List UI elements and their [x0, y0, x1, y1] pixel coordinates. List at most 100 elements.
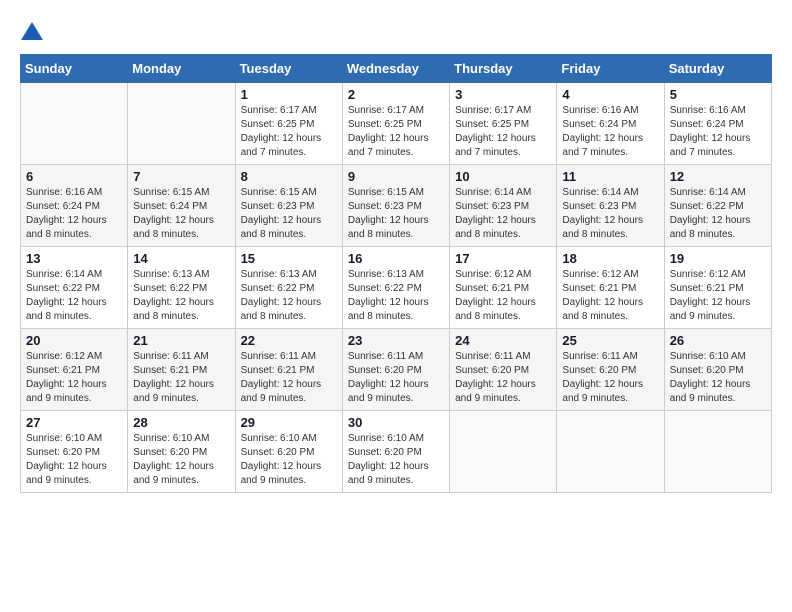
calendar-cell: 29 Sunrise: 6:10 AM Sunset: 6:20 PM Dayli… — [235, 411, 342, 493]
day-number: 19 — [670, 251, 766, 266]
cell-info: Sunrise: 6:13 AM Sunset: 6:22 PM Dayligh… — [241, 268, 337, 324]
cell-info: Sunrise: 6:12 AM Sunset: 6:21 PM Dayligh… — [455, 268, 551, 324]
day-number: 27 — [26, 415, 122, 430]
weekday-header: Thursday — [450, 55, 557, 83]
calendar-cell: 16 Sunrise: 6:13 AM Sunset: 6:22 PM Dayli… — [342, 247, 449, 329]
day-number: 14 — [133, 251, 229, 266]
calendar-cell: 3 Sunrise: 6:17 AM Sunset: 6:25 PM Daylig… — [450, 83, 557, 165]
calendar-week-row: 27 Sunrise: 6:10 AM Sunset: 6:20 PM Dayli… — [21, 411, 772, 493]
day-number: 29 — [241, 415, 337, 430]
weekday-header: Tuesday — [235, 55, 342, 83]
calendar-cell: 26 Sunrise: 6:10 AM Sunset: 6:20 PM Dayli… — [664, 329, 771, 411]
calendar-cell — [557, 411, 664, 493]
day-number: 3 — [455, 87, 551, 102]
cell-info: Sunrise: 6:16 AM Sunset: 6:24 PM Dayligh… — [26, 186, 122, 242]
weekday-header: Sunday — [21, 55, 128, 83]
cell-info: Sunrise: 6:17 AM Sunset: 6:25 PM Dayligh… — [455, 104, 551, 160]
cell-info: Sunrise: 6:11 AM Sunset: 6:20 PM Dayligh… — [562, 350, 658, 406]
calendar-cell — [128, 83, 235, 165]
calendar-cell: 19 Sunrise: 6:12 AM Sunset: 6:21 PM Dayli… — [664, 247, 771, 329]
cell-info: Sunrise: 6:12 AM Sunset: 6:21 PM Dayligh… — [26, 350, 122, 406]
cell-info: Sunrise: 6:13 AM Sunset: 6:22 PM Dayligh… — [348, 268, 444, 324]
day-number: 28 — [133, 415, 229, 430]
page-header — [20, 20, 772, 44]
cell-info: Sunrise: 6:12 AM Sunset: 6:21 PM Dayligh… — [670, 268, 766, 324]
calendar-cell: 5 Sunrise: 6:16 AM Sunset: 6:24 PM Daylig… — [664, 83, 771, 165]
day-number: 10 — [455, 169, 551, 184]
logo — [20, 20, 43, 44]
calendar-week-row: 6 Sunrise: 6:16 AM Sunset: 6:24 PM Daylig… — [21, 165, 772, 247]
cell-info: Sunrise: 6:14 AM Sunset: 6:23 PM Dayligh… — [455, 186, 551, 242]
day-number: 23 — [348, 333, 444, 348]
calendar-cell: 6 Sunrise: 6:16 AM Sunset: 6:24 PM Daylig… — [21, 165, 128, 247]
cell-info: Sunrise: 6:17 AM Sunset: 6:25 PM Dayligh… — [348, 104, 444, 160]
logo-icon — [21, 20, 43, 42]
day-number: 26 — [670, 333, 766, 348]
cell-info: Sunrise: 6:11 AM Sunset: 6:20 PM Dayligh… — [348, 350, 444, 406]
calendar-cell: 2 Sunrise: 6:17 AM Sunset: 6:25 PM Daylig… — [342, 83, 449, 165]
calendar-cell — [450, 411, 557, 493]
cell-info: Sunrise: 6:16 AM Sunset: 6:24 PM Dayligh… — [562, 104, 658, 160]
calendar-cell: 18Sunrise: 6:12 AM Sunset: 6:21 PM Dayli… — [557, 247, 664, 329]
day-number: 20 — [26, 333, 122, 348]
cell-info: Sunrise: 6:15 AM Sunset: 6:23 PM Dayligh… — [348, 186, 444, 242]
day-number: 22 — [241, 333, 337, 348]
day-number: 4 — [562, 87, 658, 102]
cell-info: Sunrise: 6:15 AM Sunset: 6:24 PM Dayligh… — [133, 186, 229, 242]
calendar-cell — [21, 83, 128, 165]
cell-info: Sunrise: 6:11 AM Sunset: 6:21 PM Dayligh… — [133, 350, 229, 406]
day-number: 21 — [133, 333, 229, 348]
calendar-cell: 20 Sunrise: 6:12 AM Sunset: 6:21 PM Dayli… — [21, 329, 128, 411]
calendar-cell: 28 Sunrise: 6:10 AM Sunset: 6:20 PM Dayli… — [128, 411, 235, 493]
cell-info: Sunrise: 6:13 AM Sunset: 6:22 PM Dayligh… — [133, 268, 229, 324]
calendar-cell: 8Sunrise: 6:15 AM Sunset: 6:23 PM Daylig… — [235, 165, 342, 247]
day-number: 16 — [348, 251, 444, 266]
day-number: 12 — [670, 169, 766, 184]
calendar-cell: 25 Sunrise: 6:11 AM Sunset: 6:20 PM Dayli… — [557, 329, 664, 411]
cell-info: Sunrise: 6:14 AM Sunset: 6:23 PM Dayligh… — [562, 186, 658, 242]
day-number: 2 — [348, 87, 444, 102]
calendar-cell: 14 Sunrise: 6:13 AM Sunset: 6:22 PM Dayli… — [128, 247, 235, 329]
day-number: 25 — [562, 333, 658, 348]
calendar-cell: 27 Sunrise: 6:10 AM Sunset: 6:20 PM Dayli… — [21, 411, 128, 493]
cell-info: Sunrise: 6:16 AM Sunset: 6:24 PM Dayligh… — [670, 104, 766, 160]
weekday-header: Saturday — [664, 55, 771, 83]
weekday-header: Wednesday — [342, 55, 449, 83]
cell-info: Sunrise: 6:11 AM Sunset: 6:20 PM Dayligh… — [455, 350, 551, 406]
cell-info: Sunrise: 6:11 AM Sunset: 6:21 PM Dayligh… — [241, 350, 337, 406]
day-number: 1 — [241, 87, 337, 102]
calendar-week-row: 20 Sunrise: 6:12 AM Sunset: 6:21 PM Dayli… — [21, 329, 772, 411]
cell-info: Sunrise: 6:10 AM Sunset: 6:20 PM Dayligh… — [241, 432, 337, 488]
calendar-cell: 15Sunrise: 6:13 AM Sunset: 6:22 PM Dayli… — [235, 247, 342, 329]
cell-info: Sunrise: 6:10 AM Sunset: 6:20 PM Dayligh… — [670, 350, 766, 406]
calendar-cell: 10 Sunrise: 6:14 AM Sunset: 6:23 PM Dayli… — [450, 165, 557, 247]
calendar-cell: 4 Sunrise: 6:16 AM Sunset: 6:24 PM Daylig… — [557, 83, 664, 165]
cell-info: Sunrise: 6:10 AM Sunset: 6:20 PM Dayligh… — [26, 432, 122, 488]
day-number: 5 — [670, 87, 766, 102]
day-number: 6 — [26, 169, 122, 184]
calendar-cell — [664, 411, 771, 493]
calendar-cell: 23 Sunrise: 6:11 AM Sunset: 6:20 PM Dayli… — [342, 329, 449, 411]
weekday-header: Friday — [557, 55, 664, 83]
calendar-table: SundayMondayTuesdayWednesdayThursdayFrid… — [20, 54, 772, 493]
calendar-header-row: SundayMondayTuesdayWednesdayThursdayFrid… — [21, 55, 772, 83]
calendar-cell: 24 Sunrise: 6:11 AM Sunset: 6:20 PM Dayli… — [450, 329, 557, 411]
calendar-cell: 22 Sunrise: 6:11 AM Sunset: 6:21 PM Dayli… — [235, 329, 342, 411]
cell-info: Sunrise: 6:17 AM Sunset: 6:25 PM Dayligh… — [241, 104, 337, 160]
calendar-cell: 17Sunrise: 6:12 AM Sunset: 6:21 PM Dayli… — [450, 247, 557, 329]
calendar-week-row: 13Sunrise: 6:14 AM Sunset: 6:22 PM Dayli… — [21, 247, 772, 329]
day-number: 24 — [455, 333, 551, 348]
calendar-cell: 1 Sunrise: 6:17 AM Sunset: 6:25 PM Daylig… — [235, 83, 342, 165]
calendar-cell: 12 Sunrise: 6:14 AM Sunset: 6:22 PM Dayli… — [664, 165, 771, 247]
day-number: 9 — [348, 169, 444, 184]
calendar-cell: 21 Sunrise: 6:11 AM Sunset: 6:21 PM Dayli… — [128, 329, 235, 411]
calendar-cell: 11 Sunrise: 6:14 AM Sunset: 6:23 PM Dayli… — [557, 165, 664, 247]
cell-info: Sunrise: 6:10 AM Sunset: 6:20 PM Dayligh… — [133, 432, 229, 488]
cell-info: Sunrise: 6:14 AM Sunset: 6:22 PM Dayligh… — [670, 186, 766, 242]
calendar-week-row: 1 Sunrise: 6:17 AM Sunset: 6:25 PM Daylig… — [21, 83, 772, 165]
day-number: 11 — [562, 169, 658, 184]
cell-info: Sunrise: 6:10 AM Sunset: 6:20 PM Dayligh… — [348, 432, 444, 488]
cell-info: Sunrise: 6:15 AM Sunset: 6:23 PM Dayligh… — [241, 186, 337, 242]
weekday-header: Monday — [128, 55, 235, 83]
cell-info: Sunrise: 6:14 AM Sunset: 6:22 PM Dayligh… — [26, 268, 122, 324]
